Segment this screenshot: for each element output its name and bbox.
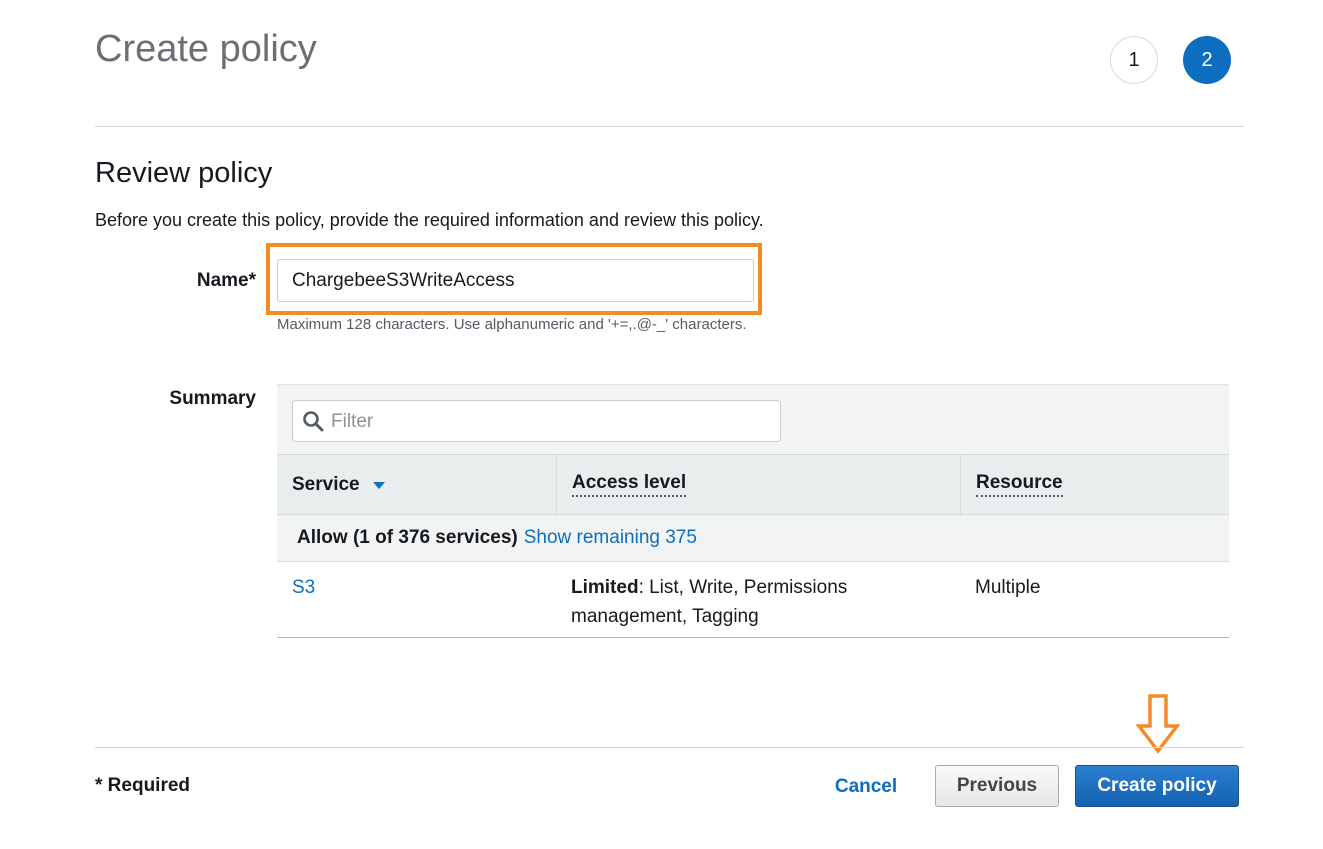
- filter-bar: [277, 384, 1229, 454]
- policy-name-input[interactable]: [277, 259, 754, 302]
- access-level-bold: Limited: [571, 577, 639, 598]
- create-policy-button[interactable]: Create policy: [1075, 765, 1239, 807]
- name-label: Name*: [196, 270, 256, 291]
- arrow-down-icon: [1136, 694, 1180, 754]
- summary-table: Service Access level Resource Allow (1 o…: [277, 384, 1229, 638]
- allow-group-row: Allow (1 of 376 services) Show remaining…: [277, 515, 1229, 562]
- name-hint: Maximum 128 characters. Use alphanumeric…: [277, 316, 747, 333]
- page-title: Create policy: [95, 28, 317, 70]
- cancel-button[interactable]: Cancel: [820, 767, 912, 807]
- show-remaining-link[interactable]: Show remaining 375: [524, 527, 697, 549]
- resource-cell: Multiple: [975, 577, 1041, 598]
- column-header-access-level[interactable]: Access level: [557, 455, 961, 514]
- column-header-service-label: Service: [292, 473, 360, 495]
- footer-divider: [95, 747, 1244, 748]
- required-note: * Required: [95, 775, 191, 796]
- caret-down-icon[interactable]: [372, 480, 386, 490]
- column-header-service[interactable]: Service: [277, 455, 557, 514]
- column-header-access-level-label: Access level: [572, 472, 687, 497]
- search-icon: [303, 411, 324, 432]
- previous-button[interactable]: Previous: [935, 765, 1059, 807]
- table-header-row: Service Access level Resource: [277, 454, 1229, 515]
- step-indicator-1[interactable]: 1: [1110, 36, 1158, 84]
- filter-input[interactable]: [329, 401, 773, 443]
- column-header-resource[interactable]: Resource: [961, 455, 1229, 514]
- create-policy-page: Create policy 1 2 Review policy Before y…: [0, 0, 1323, 849]
- step-indicator-2-active[interactable]: 2: [1183, 36, 1231, 84]
- header-divider: [95, 126, 1244, 127]
- section-description: Before you create this policy, provide t…: [95, 210, 764, 230]
- service-link-s3[interactable]: S3: [292, 573, 315, 602]
- allow-group-text: Allow (1 of 376 services): [297, 527, 518, 548]
- section-heading: Review policy: [95, 157, 273, 189]
- table-row: S3 Limited: List, Write, Permissions man…: [277, 562, 1229, 638]
- access-level-cell: Limited: List, Write, Permissions manage…: [571, 573, 891, 631]
- column-header-resource-label: Resource: [976, 472, 1063, 497]
- summary-label: Summary: [169, 388, 256, 409]
- filter-box[interactable]: [292, 400, 781, 443]
